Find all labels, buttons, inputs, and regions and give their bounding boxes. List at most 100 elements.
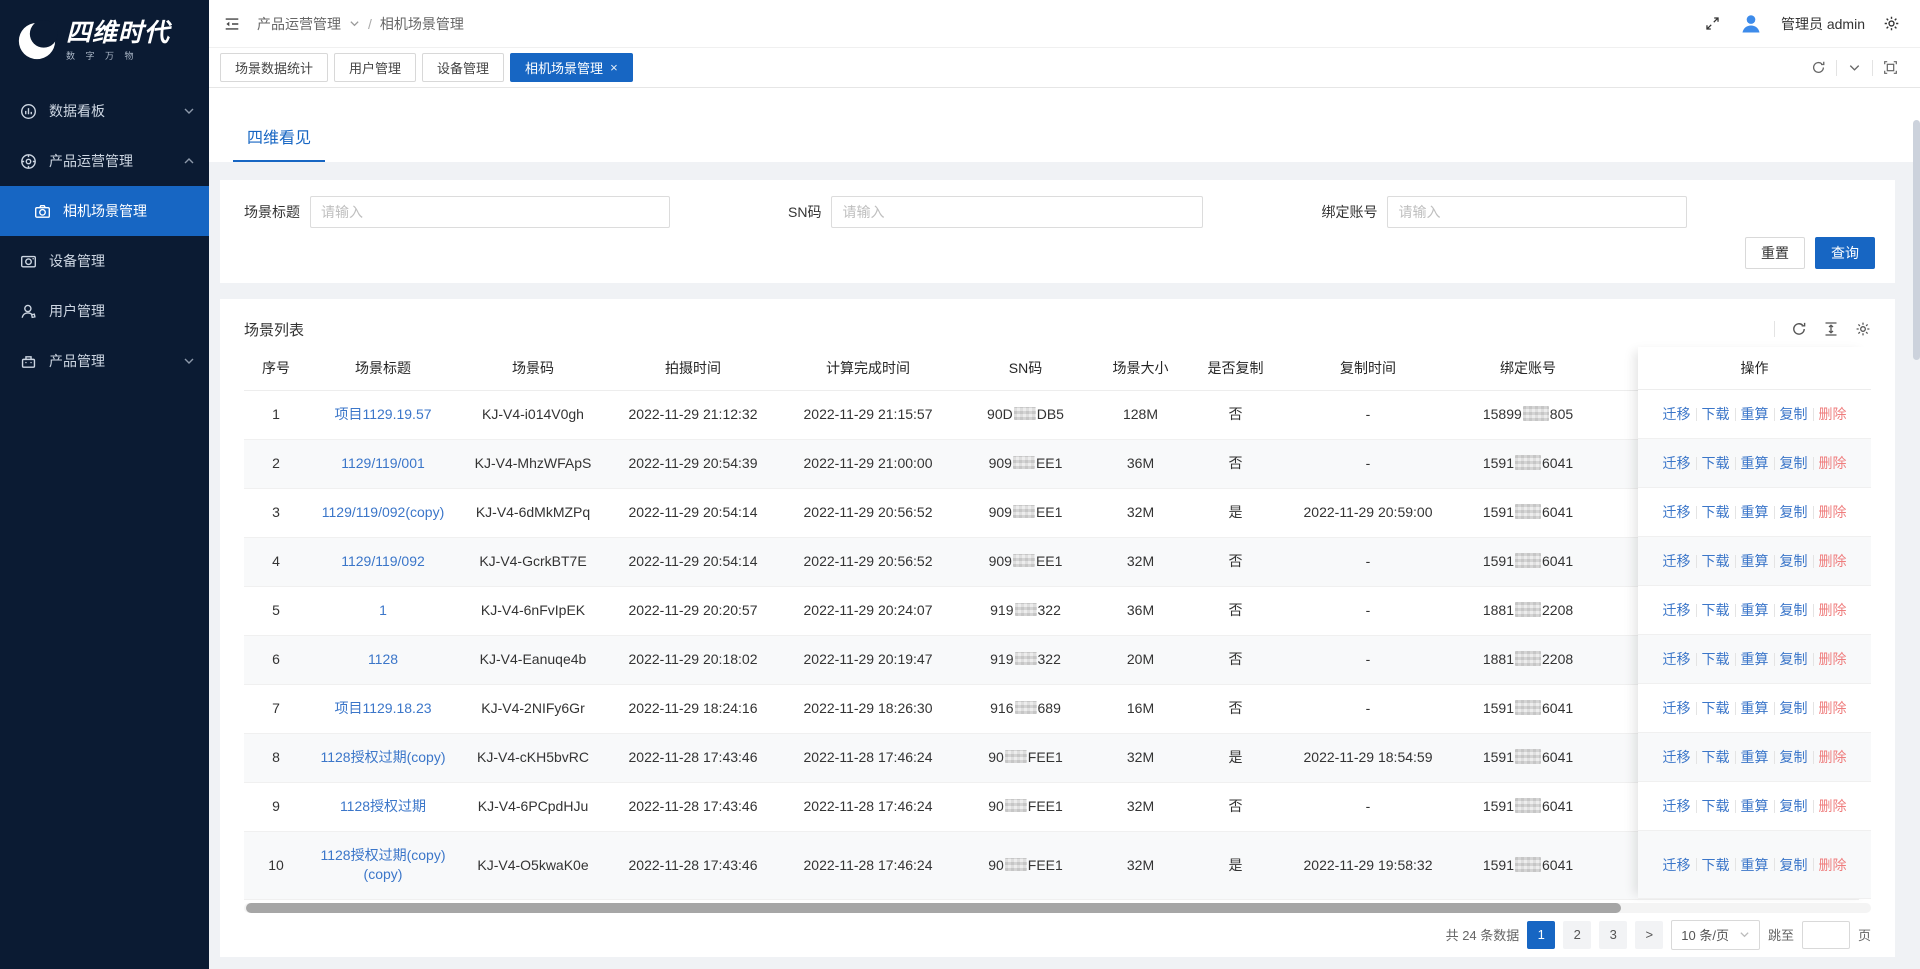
action-link-4[interactable]: 删除: [1819, 502, 1847, 522]
scene-title-link[interactable]: 项目1129.19.57: [334, 406, 431, 422]
action-link-4[interactable]: 删除: [1819, 698, 1847, 718]
sidebar-item-0[interactable]: 数据看板: [0, 86, 209, 136]
action-link-3[interactable]: 复制: [1780, 796, 1808, 816]
scene-title-link[interactable]: 1129/119/001: [341, 455, 425, 471]
action-link-1[interactable]: 下载: [1702, 796, 1730, 816]
action-link-0[interactable]: 迁移: [1663, 649, 1691, 669]
filter-input-1[interactable]: [831, 196, 1203, 228]
search-button[interactable]: 查询: [1815, 237, 1875, 269]
sidebar-item-2[interactable]: 设备管理: [0, 236, 209, 286]
action-link-4[interactable]: 删除: [1819, 551, 1847, 571]
action-link-2[interactable]: 重算: [1741, 551, 1769, 571]
scene-title-link[interactable]: 项目1129.18.23: [334, 700, 431, 716]
tab-2[interactable]: 设备管理: [422, 53, 504, 82]
horizontal-scrollbar[interactable]: [244, 903, 1871, 913]
reset-button[interactable]: 重置: [1745, 237, 1805, 269]
chevron-down-icon[interactable]: [1847, 60, 1862, 75]
action-link-1[interactable]: 下载: [1702, 649, 1730, 669]
filter-input-2[interactable]: [1387, 196, 1687, 228]
action-link-3[interactable]: 复制: [1780, 551, 1808, 571]
action-link-1[interactable]: 下载: [1702, 502, 1730, 522]
tab-siwei-kanjian[interactable]: 四维看见: [233, 124, 325, 162]
scene-title-link[interactable]: 1129/119/092(copy): [322, 504, 444, 520]
action-link-3[interactable]: 复制: [1780, 649, 1808, 669]
action-link-2[interactable]: 重算: [1741, 404, 1769, 424]
action-link-4[interactable]: 删除: [1819, 796, 1847, 816]
action-link-1[interactable]: 下载: [1702, 551, 1730, 571]
action-link-1[interactable]: 下载: [1702, 855, 1730, 875]
action-link-2[interactable]: 重算: [1741, 855, 1769, 875]
scene-title-link[interactable]: 1128授权过期(copy) (copy): [320, 847, 445, 882]
next-page-button[interactable]: >: [1635, 921, 1663, 949]
user-name[interactable]: 管理员 admin: [1781, 14, 1865, 34]
action-link-1[interactable]: 下载: [1702, 453, 1730, 473]
action-link-0[interactable]: 迁移: [1663, 747, 1691, 767]
action-link-4[interactable]: 删除: [1819, 404, 1847, 424]
sidebar-item-1[interactable]: 产品运营管理: [0, 136, 209, 186]
action-link-2[interactable]: 重算: [1741, 453, 1769, 473]
action-link-0[interactable]: 迁移: [1663, 698, 1691, 718]
gear-icon[interactable]: [1883, 15, 1900, 32]
action-link-0[interactable]: 迁移: [1663, 502, 1691, 522]
action-link-3[interactable]: 复制: [1780, 698, 1808, 718]
row-height-icon[interactable]: [1823, 321, 1839, 337]
tab-0[interactable]: 场景数据统计: [220, 53, 328, 82]
action-link-3[interactable]: 复制: [1780, 747, 1808, 767]
vertical-scrollbar-thumb[interactable]: [1913, 120, 1920, 360]
collapse-sidebar-icon[interactable]: [223, 15, 241, 33]
action-link-4[interactable]: 删除: [1819, 649, 1847, 669]
action-link-2[interactable]: 重算: [1741, 796, 1769, 816]
user-avatar[interactable]: [1739, 12, 1763, 36]
scene-title-link[interactable]: 1: [379, 602, 387, 618]
page-button-1[interactable]: 1: [1527, 921, 1555, 949]
column-settings-icon[interactable]: [1855, 321, 1871, 337]
horizontal-scrollbar-thumb[interactable]: [246, 903, 1621, 913]
action-link-0[interactable]: 迁移: [1663, 796, 1691, 816]
action-link-2[interactable]: 重算: [1741, 698, 1769, 718]
action-link-2[interactable]: 重算: [1741, 747, 1769, 767]
action-link-0[interactable]: 迁移: [1663, 855, 1691, 875]
action-link-3[interactable]: 复制: [1780, 600, 1808, 620]
scene-title-link[interactable]: 1129/119/092: [341, 553, 425, 569]
cell-index: 9: [244, 782, 308, 831]
action-link-0[interactable]: 迁移: [1663, 453, 1691, 473]
scene-title-link[interactable]: 1128: [368, 651, 398, 667]
sidebar-item-3[interactable]: 用户管理: [0, 286, 209, 336]
action-link-2[interactable]: 重算: [1741, 502, 1769, 522]
action-link-1[interactable]: 下载: [1702, 698, 1730, 718]
breadcrumb-current[interactable]: 相机场景管理: [380, 14, 464, 34]
tab-1[interactable]: 用户管理: [334, 53, 416, 82]
action-link-0[interactable]: 迁移: [1663, 551, 1691, 571]
action-link-4[interactable]: 删除: [1819, 747, 1847, 767]
action-link-0[interactable]: 迁移: [1663, 600, 1691, 620]
scene-title-link[interactable]: 1128授权过期: [340, 798, 426, 814]
maximize-pane-icon[interactable]: [1883, 60, 1898, 75]
refresh-table-icon[interactable]: [1791, 321, 1807, 337]
fullscreen-icon[interactable]: [1704, 15, 1721, 32]
action-link-0[interactable]: 迁移: [1663, 404, 1691, 424]
page-size-select[interactable]: 10 条/页: [1671, 920, 1760, 950]
action-link-3[interactable]: 复制: [1780, 855, 1808, 875]
action-link-2[interactable]: 重算: [1741, 600, 1769, 620]
action-link-1[interactable]: 下载: [1702, 747, 1730, 767]
action-link-4[interactable]: 删除: [1819, 453, 1847, 473]
action-link-1[interactable]: 下载: [1702, 404, 1730, 424]
page-button-2[interactable]: 2: [1563, 921, 1591, 949]
sidebar-subitem-1-0[interactable]: 相机场景管理: [0, 186, 209, 236]
action-link-1[interactable]: 下载: [1702, 600, 1730, 620]
close-tab-icon[interactable]: ×: [610, 60, 618, 75]
action-link-4[interactable]: 删除: [1819, 600, 1847, 620]
tab-3[interactable]: 相机场景管理×: [510, 53, 633, 82]
scene-title-link[interactable]: 1128授权过期(copy): [320, 749, 445, 765]
filter-input-0[interactable]: [310, 196, 670, 228]
action-link-3[interactable]: 复制: [1780, 404, 1808, 424]
action-link-3[interactable]: 复制: [1780, 453, 1808, 473]
page-button-3[interactable]: 3: [1599, 921, 1627, 949]
action-link-2[interactable]: 重算: [1741, 649, 1769, 669]
action-link-4[interactable]: 删除: [1819, 855, 1847, 875]
breadcrumb-parent[interactable]: 产品运营管理: [257, 14, 341, 34]
sidebar-item-4[interactable]: 产品管理: [0, 336, 209, 386]
action-link-3[interactable]: 复制: [1780, 502, 1808, 522]
refresh-tab-icon[interactable]: [1811, 60, 1826, 75]
jump-page-input[interactable]: [1802, 921, 1850, 949]
